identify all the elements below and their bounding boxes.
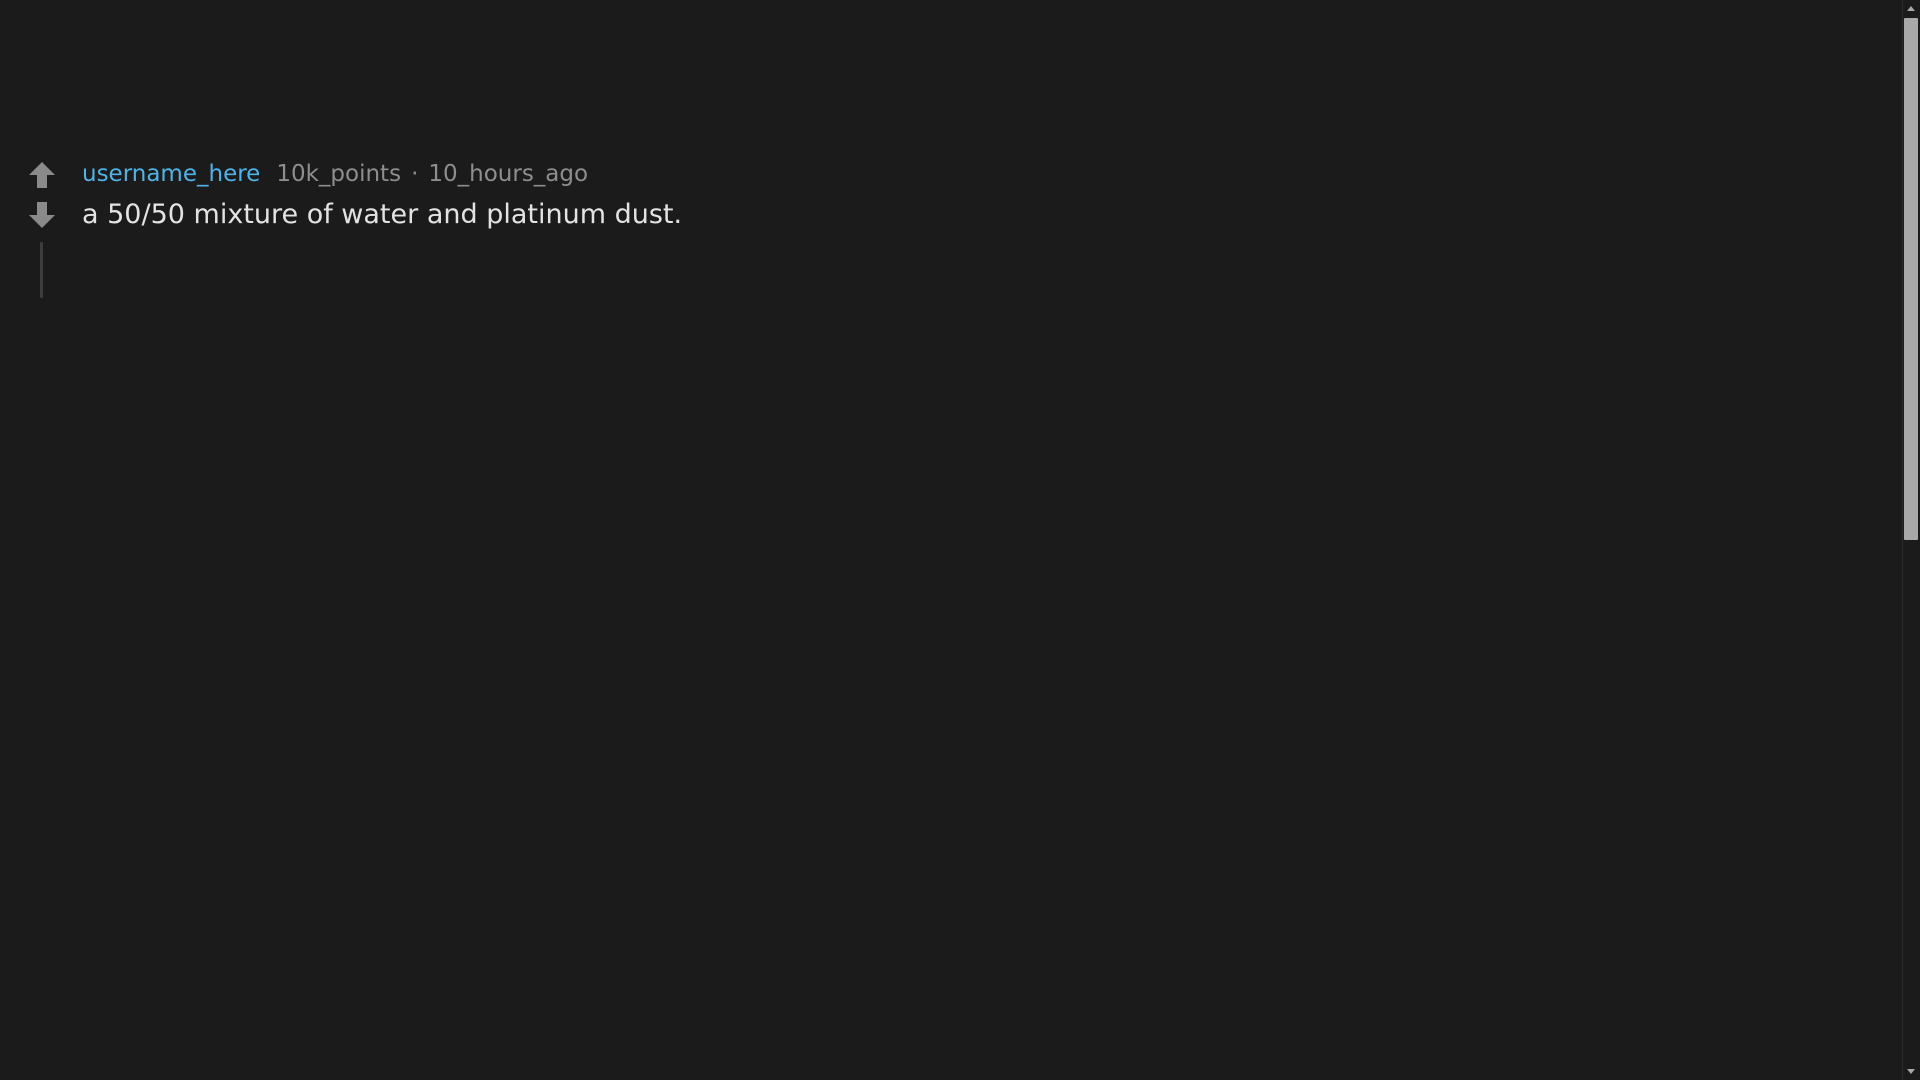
- downvote-button[interactable]: [26, 199, 58, 231]
- triangle-down-icon: [1907, 1069, 1915, 1074]
- arrow-up-icon: [29, 162, 55, 188]
- comment-meta: username_here 10k_points · 10_hours_ago: [82, 158, 588, 190]
- page: username_here 10k_points · 10_hours_ago …: [0, 0, 1920, 1080]
- points-count: 10k_points: [276, 161, 402, 187]
- comment-timestamp: 10_hours_ago: [428, 161, 589, 187]
- scroll-up-button[interactable]: [1906, 4, 1916, 14]
- username-link[interactable]: username_here: [82, 161, 260, 187]
- scrollbar-track: [1902, 0, 1903, 1080]
- comment-body: a 50/50 mixture of water and platinum du…: [82, 198, 683, 230]
- upvote-button[interactable]: [26, 159, 58, 191]
- arrow-down-icon: [29, 202, 55, 228]
- comment: username_here 10k_points · 10_hours_ago …: [0, 0, 1900, 1080]
- vertical-scrollbar[interactable]: [1902, 0, 1920, 1080]
- scrollbar-thumb[interactable]: [1904, 18, 1918, 540]
- thread-collapse-line[interactable]: [40, 242, 43, 298]
- scroll-down-button[interactable]: [1906, 1066, 1916, 1076]
- meta-separator: ·: [411, 161, 419, 187]
- triangle-up-icon: [1907, 6, 1915, 11]
